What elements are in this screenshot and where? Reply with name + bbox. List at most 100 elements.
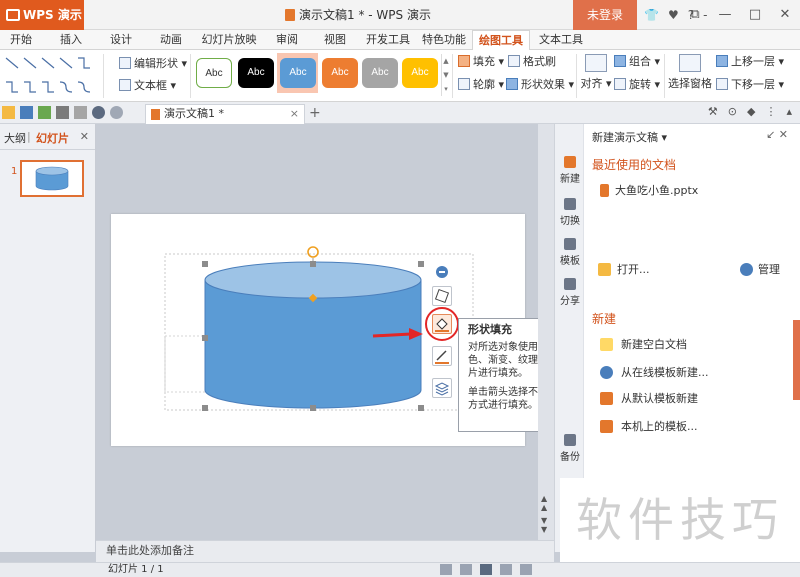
preview-icon[interactable] (74, 106, 87, 119)
more-icon[interactable]: ⋮ (765, 105, 776, 118)
tab-review[interactable]: 审阅 (272, 30, 302, 50)
from-online-template-link[interactable]: 从在线模板新建... (600, 364, 709, 380)
skin-icon[interactable]: 👕 (644, 8, 659, 22)
shape-style-button[interactable] (432, 286, 452, 306)
text-box-button[interactable]: 文本框 ▾ (119, 77, 176, 95)
close-button[interactable]: ✕ (770, 0, 800, 30)
sidebar-item-new[interactable]: 新建 (555, 156, 585, 185)
task-pane-controls[interactable]: ↙ ✕ (766, 128, 788, 141)
shape-style-gold[interactable]: Abc (402, 58, 438, 88)
line-shapes-gallery[interactable] (4, 54, 100, 98)
tab-view[interactable]: 视图 (320, 30, 350, 50)
sidebar-item-backup[interactable]: 备份 (555, 434, 585, 463)
close-panel-icon[interactable]: ✕ (80, 130, 89, 143)
format-brush-button[interactable]: 格式刷 (508, 53, 556, 71)
task-pane-title[interactable]: 新建演示文稿 ▾ (592, 129, 667, 145)
outline-button[interactable]: 轮廓 ▾ (458, 76, 504, 94)
rotate-button[interactable]: 旋转 ▾ (614, 76, 660, 94)
app-menu-button[interactable]: WPS 演示 ▾ (0, 0, 84, 30)
shape-style-gray[interactable]: Abc (362, 58, 398, 88)
bring-forward-button[interactable]: 上移一层 ▾ (716, 53, 784, 71)
undo-icon[interactable] (92, 106, 105, 119)
collapse-toolbar-button[interactable] (432, 262, 452, 282)
text-box-icon (119, 79, 131, 91)
from-default-template-link[interactable]: 从默认模板新建 (600, 390, 698, 406)
redo-icon[interactable] (110, 106, 123, 119)
export-icon[interactable] (38, 106, 51, 119)
shape-outline-button[interactable] (432, 346, 452, 366)
vertical-scrollbar[interactable]: ▲ ▲ ▼ ▼ (538, 124, 554, 540)
tab-slides[interactable]: 幻灯片 (36, 130, 69, 146)
favorite-icon[interactable]: ♥ (668, 8, 679, 22)
selection-pane-button[interactable]: 选择窗格 (668, 54, 712, 91)
next-slide-icon[interactable]: ▼ ▼ (541, 516, 547, 534)
tab-design[interactable]: 设计 (106, 30, 136, 50)
tab-drawing-tools[interactable]: 绘图工具 (472, 30, 530, 50)
notes-placeholder[interactable]: 单击此处添加备注 (96, 540, 554, 562)
tab-outline[interactable]: 大纲 (4, 130, 26, 146)
new-doc-icon (564, 156, 576, 168)
quick-access-icons (2, 106, 123, 119)
minimize-button[interactable]: — (710, 0, 740, 30)
pin-icon[interactable]: ⊙ (728, 105, 737, 118)
sidebar-item-share[interactable]: 分享 (555, 278, 585, 307)
shape-style-blue[interactable]: Abc (280, 58, 316, 88)
restore-window-icon[interactable]: ⧉ (680, 0, 710, 30)
tools-icon[interactable]: ⚒ (708, 105, 718, 118)
edit-shape-button[interactable]: 编辑形状 ▾ (119, 55, 187, 73)
prev-slide-icon[interactable]: ▲ ▲ (541, 494, 547, 512)
reading-view-icon[interactable] (520, 564, 532, 575)
pane-resize-handle[interactable] (793, 320, 800, 400)
status-bar: 幻灯片 1 / 1 (0, 562, 800, 577)
sidebar-item-template[interactable]: 模板 (555, 238, 585, 267)
local-template-link[interactable]: 本机上的模板... (600, 418, 698, 434)
group-button[interactable]: 组合 ▾ (614, 53, 660, 71)
print-icon[interactable] (56, 106, 69, 119)
tab-slideshow[interactable]: 幻灯片放映 (200, 30, 258, 50)
shape-effect-button[interactable]: 形状效果 ▾ (506, 76, 574, 94)
tab-special[interactable]: 特色功能 (420, 30, 468, 50)
new-blank-link[interactable]: 新建空白文档 (600, 336, 687, 352)
comments-icon[interactable] (460, 564, 472, 575)
save-icon[interactable] (20, 106, 33, 119)
slide-thumbnail[interactable] (20, 160, 84, 197)
paint-bucket-icon (458, 55, 470, 67)
normal-view-icon[interactable] (480, 564, 492, 575)
tab-developer[interactable]: 开发工具 (364, 30, 412, 50)
send-backward-icon (716, 78, 728, 90)
tab-text-tools[interactable]: 文本工具 (536, 30, 586, 50)
recent-file-link[interactable]: 大鱼吃小鱼.pptx (600, 182, 698, 198)
tab-animation[interactable]: 动画 (156, 30, 186, 50)
tab-insert[interactable]: 插入 (56, 30, 86, 50)
new-heading: 新建 (592, 312, 617, 326)
open-link[interactable]: 打开... (598, 261, 650, 277)
window-controls: ⧉ — □ ✕ (680, 0, 800, 30)
sorter-view-icon[interactable] (500, 564, 512, 575)
send-backward-button[interactable]: 下移一层 ▾ (716, 76, 784, 94)
layers-button[interactable] (432, 378, 452, 398)
maximize-button[interactable]: □ (740, 0, 770, 30)
sidebar-item-transition[interactable]: 切换 (555, 198, 585, 227)
slide-number: 1 (11, 166, 18, 177)
shape-style-orange[interactable]: Abc (322, 58, 358, 88)
style-gallery-scroll[interactable]: ▲ ▼ ▾ (441, 54, 450, 96)
tab-home[interactable]: 开始 (6, 30, 36, 50)
shape-style-black[interactable]: Abc (238, 58, 274, 88)
close-tab-icon[interactable]: × (290, 105, 299, 123)
document-tab[interactable]: 演示文稿1 * × (145, 104, 305, 124)
menu-tabs: 开始 插入 设计 动画 幻灯片放映 审阅 视图 开发工具 特色功能 绘图工具 文… (0, 30, 800, 50)
alert-icon[interactable]: ◆ (747, 105, 755, 118)
fill-button[interactable]: 填充 ▾ (458, 53, 504, 71)
open-folder-icon[interactable] (2, 106, 15, 119)
manage-link[interactable]: 管理 (740, 261, 780, 277)
login-button[interactable]: 未登录 (573, 0, 637, 30)
shape-style-white[interactable]: Abc (196, 58, 232, 88)
align-button[interactable]: 对齐 ▾ (580, 54, 612, 91)
edit-shape-icon (119, 57, 131, 69)
cylinder-thumbnail (35, 166, 69, 191)
expand-icon[interactable]: ▴ (786, 105, 792, 118)
notes-view-icon[interactable] (440, 564, 452, 575)
slide-count: 幻灯片 1 / 1 (108, 564, 164, 575)
add-tab-button[interactable]: + (309, 102, 321, 124)
presentation-file-icon (285, 9, 295, 21)
